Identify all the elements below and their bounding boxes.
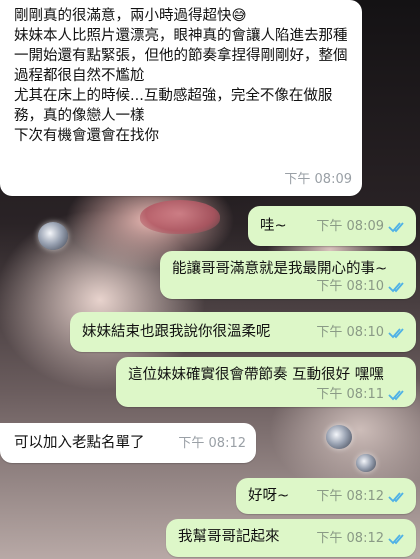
double-check-icon [388, 282, 404, 293]
wallpaper-ring [356, 454, 376, 472]
message-bubble-outgoing[interactable]: 好呀~ 下午 08:12 [236, 478, 416, 514]
message-text: 剛剛真的很滿意，兩小時過得超快😅 妹妹本人比照片還漂亮，眼神真的會讓人陷進去那種… [14, 8, 348, 144]
double-check-icon [388, 390, 404, 401]
message-time: 下午 08:10 [316, 279, 384, 294]
message-time: 下午 08:12 [316, 489, 384, 504]
message-bubble-outgoing[interactable]: 能讓哥哥滿意就是我最開心的事~ 下午 08:10 [160, 251, 416, 299]
message-text: 能讓哥哥滿意就是我最開心的事~ [172, 261, 388, 277]
wallpaper-ring [326, 425, 352, 449]
message-time: 下午 08:12 [316, 531, 384, 546]
message-bubble-outgoing[interactable]: 這位妹妹確實很會帶節奏 互動很好 嘿嘿 下午 08:11 [116, 357, 416, 407]
message-time: 下午 08:12 [178, 436, 246, 451]
message-time: 下午 08:10 [316, 325, 384, 340]
message-bubble-outgoing[interactable]: 我幫哥哥記起來 下午 08:12 [166, 519, 416, 557]
double-check-icon [388, 222, 404, 233]
message-bubble-incoming[interactable]: 可以加入老點名單了 下午 08:12 [0, 423, 256, 463]
double-check-icon [388, 534, 404, 545]
message-text: 這位妹妹確實很會帶節奏 互動很好 嘿嘿 [128, 367, 384, 383]
wallpaper-ring [38, 222, 68, 250]
double-check-icon [388, 492, 404, 503]
message-time: 下午 08:11 [316, 387, 384, 402]
message-bubble-outgoing[interactable]: 妹妹結束也跟我說你很溫柔呢 下午 08:10 [70, 312, 416, 352]
message-bubble-incoming[interactable]: 剛剛真的很滿意，兩小時過得超快😅 妹妹本人比照片還漂亮，眼神真的會讓人陷進去那種… [0, 0, 362, 196]
message-time: 下午 08:09 [316, 219, 384, 234]
message-bubble-outgoing[interactable]: 哇~ 下午 08:09 [248, 206, 416, 246]
double-check-icon [388, 328, 404, 339]
wallpaper-lips [140, 200, 220, 234]
message-time: 下午 08:09 [284, 172, 352, 187]
